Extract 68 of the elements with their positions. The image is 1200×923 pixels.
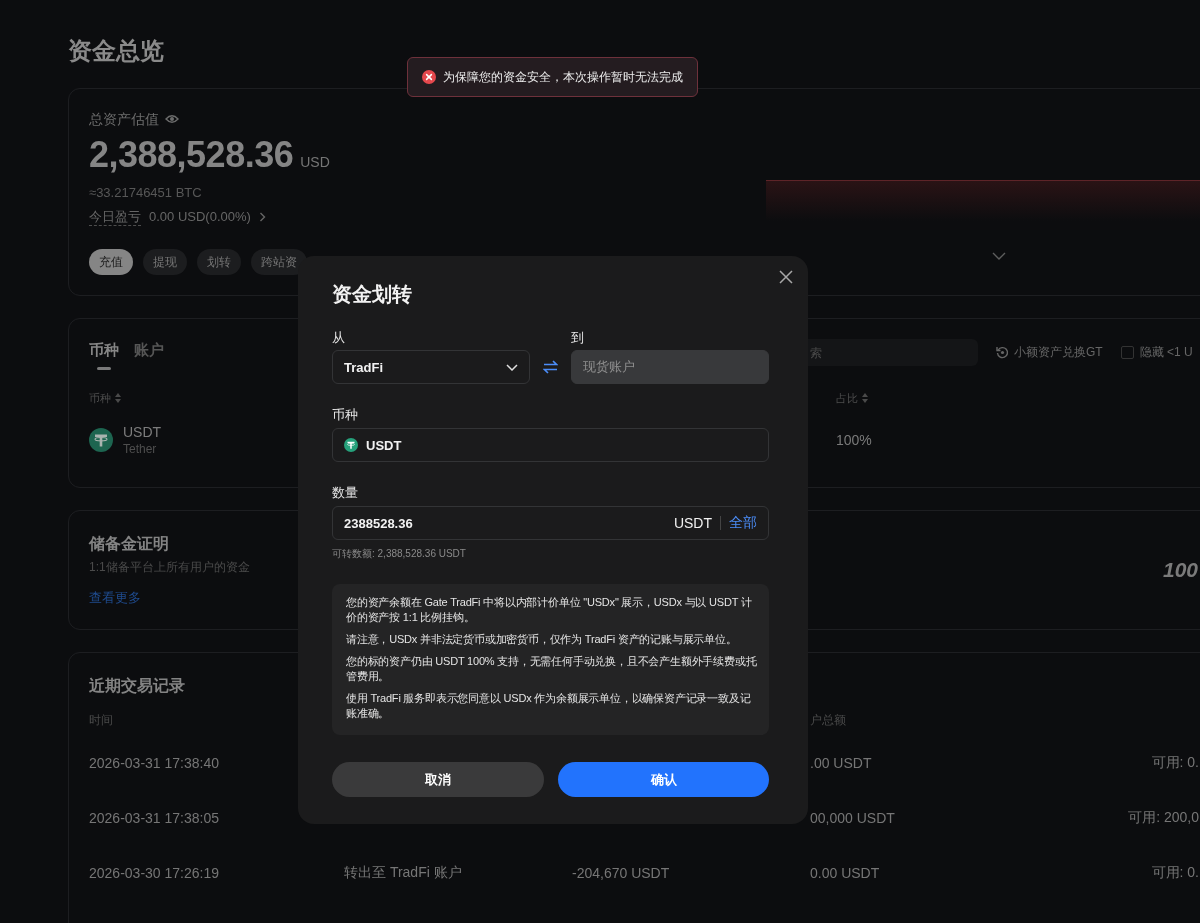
cancel-button[interactable]: 取消	[332, 762, 544, 797]
info-text: 请注意，USDx 并非法定货币或加密货币，仅作为 TradFi 资产的记账与展示单位。	[346, 632, 738, 647]
close-icon[interactable]	[779, 270, 793, 284]
column-header: 时间	[89, 712, 113, 728]
unit-label: USDT	[673, 515, 712, 531]
page-title: 资金总览	[68, 36, 164, 66]
sort-icon[interactable]	[115, 393, 121, 403]
from-label: 从	[332, 329, 345, 347]
coin-label: 币种	[332, 406, 359, 424]
sort-icon[interactable]	[862, 393, 868, 403]
table-cell: 0.00 USDT	[810, 864, 880, 881]
error-icon	[422, 70, 436, 84]
view-more-link[interactable]: 查看更多	[89, 589, 141, 607]
reserves-title: 储备金证明	[89, 534, 169, 554]
to-label: 到	[571, 329, 584, 347]
info-text: 您的资产余额在 Gate TradFi 中将以内部计价单位 "USDx" 展示，USDx 与以 USDT 计价的资产按 1:1 比例挂钩。	[346, 595, 753, 625]
column-header: 占比	[836, 391, 858, 405]
share-cell: 100%	[836, 432, 872, 448]
chevron-down-icon	[506, 363, 518, 371]
amount-label: 数量	[332, 484, 359, 502]
chevron-right-icon[interactable]	[258, 212, 266, 222]
tether-coin-icon	[89, 428, 113, 452]
dialog-title: 资金划转	[332, 282, 412, 307]
table-cell: 可用: 0.	[1151, 753, 1199, 772]
hide-small-checkbox[interactable]	[1120, 346, 1134, 359]
available-amount: 可转数额: 2,388,528.36 USDT	[332, 547, 466, 561]
action-button[interactable]: 提现	[143, 249, 187, 275]
action-button[interactable]: 充值	[89, 249, 133, 275]
amount-field[interactable]: 2388528.36 USDT 全部	[332, 506, 769, 540]
chevron-down-icon[interactable]	[991, 252, 1006, 260]
shield-label: 100	[1163, 557, 1200, 583]
table-cell: 00,000 USDT	[810, 809, 895, 826]
btc-equivalent: ≈33.21746451 BTC	[89, 184, 202, 202]
table-cell: 2026-03-31 17:38:40	[89, 754, 219, 771]
table-cell: 2026-03-30 17:26:19	[89, 864, 219, 881]
currency-label: USD	[300, 154, 330, 170]
action-button[interactable]: 划转	[197, 249, 241, 275]
action-button[interactable]: 跨站资	[251, 249, 307, 275]
eye-icon[interactable]	[165, 114, 179, 124]
table-cell: 可用: 200,0	[1128, 808, 1199, 827]
swap-icon[interactable]	[543, 360, 558, 374]
circular-arrow-icon[interactable]	[996, 346, 1009, 359]
toast-message: 为保障您的资金安全，本次操作暂时无法完成	[443, 68, 683, 86]
tab[interactable]: 账户	[134, 339, 164, 370]
tether-coin-icon	[344, 438, 358, 452]
history-title: 近期交易记录	[89, 676, 185, 696]
info-text: 使用 TradFi 服务即表示您同意以 USDx 作为余额展示单位，以确保资产记录一致及记账准确。	[346, 691, 752, 721]
checkbox-label: 隐藏 <1 U	[1139, 344, 1193, 361]
column-header: 币种	[89, 391, 111, 405]
table-cell: 转出至 TradFi 账户	[344, 863, 462, 882]
table-cell: 可用: 0.	[1151, 863, 1199, 882]
info-text: 您的标的资产仍由 USDT 100% 支持，无需任何手动兑换，且不会产生额外手续费或托管费用。	[346, 654, 758, 684]
convert-link[interactable]: 小额资产兑换GT	[1014, 344, 1103, 361]
coin-symbol: USDT	[123, 423, 162, 441]
coin-select[interactable]: USDT	[332, 428, 769, 462]
table-cell: .00 USDT	[810, 754, 872, 771]
column-header: 户总额	[810, 712, 846, 728]
confirm-button[interactable]: 确认	[558, 762, 769, 797]
coin-name: Tether	[123, 441, 157, 457]
max-button[interactable]: 全部	[729, 514, 757, 532]
pnl-value: 0.00 USD(0.00%)	[149, 208, 251, 226]
table-cell: 2026-03-31 17:38:05	[89, 809, 219, 826]
tab[interactable]: 币种	[89, 339, 119, 370]
from-select[interactable]: TradFi	[332, 350, 530, 384]
pnl-label: 今日盈亏	[89, 208, 141, 226]
total-value: 2,388,528.36	[89, 135, 294, 175]
total-label: 总资产估值	[89, 110, 159, 129]
table-cell: -204,670 USDT	[572, 864, 670, 881]
